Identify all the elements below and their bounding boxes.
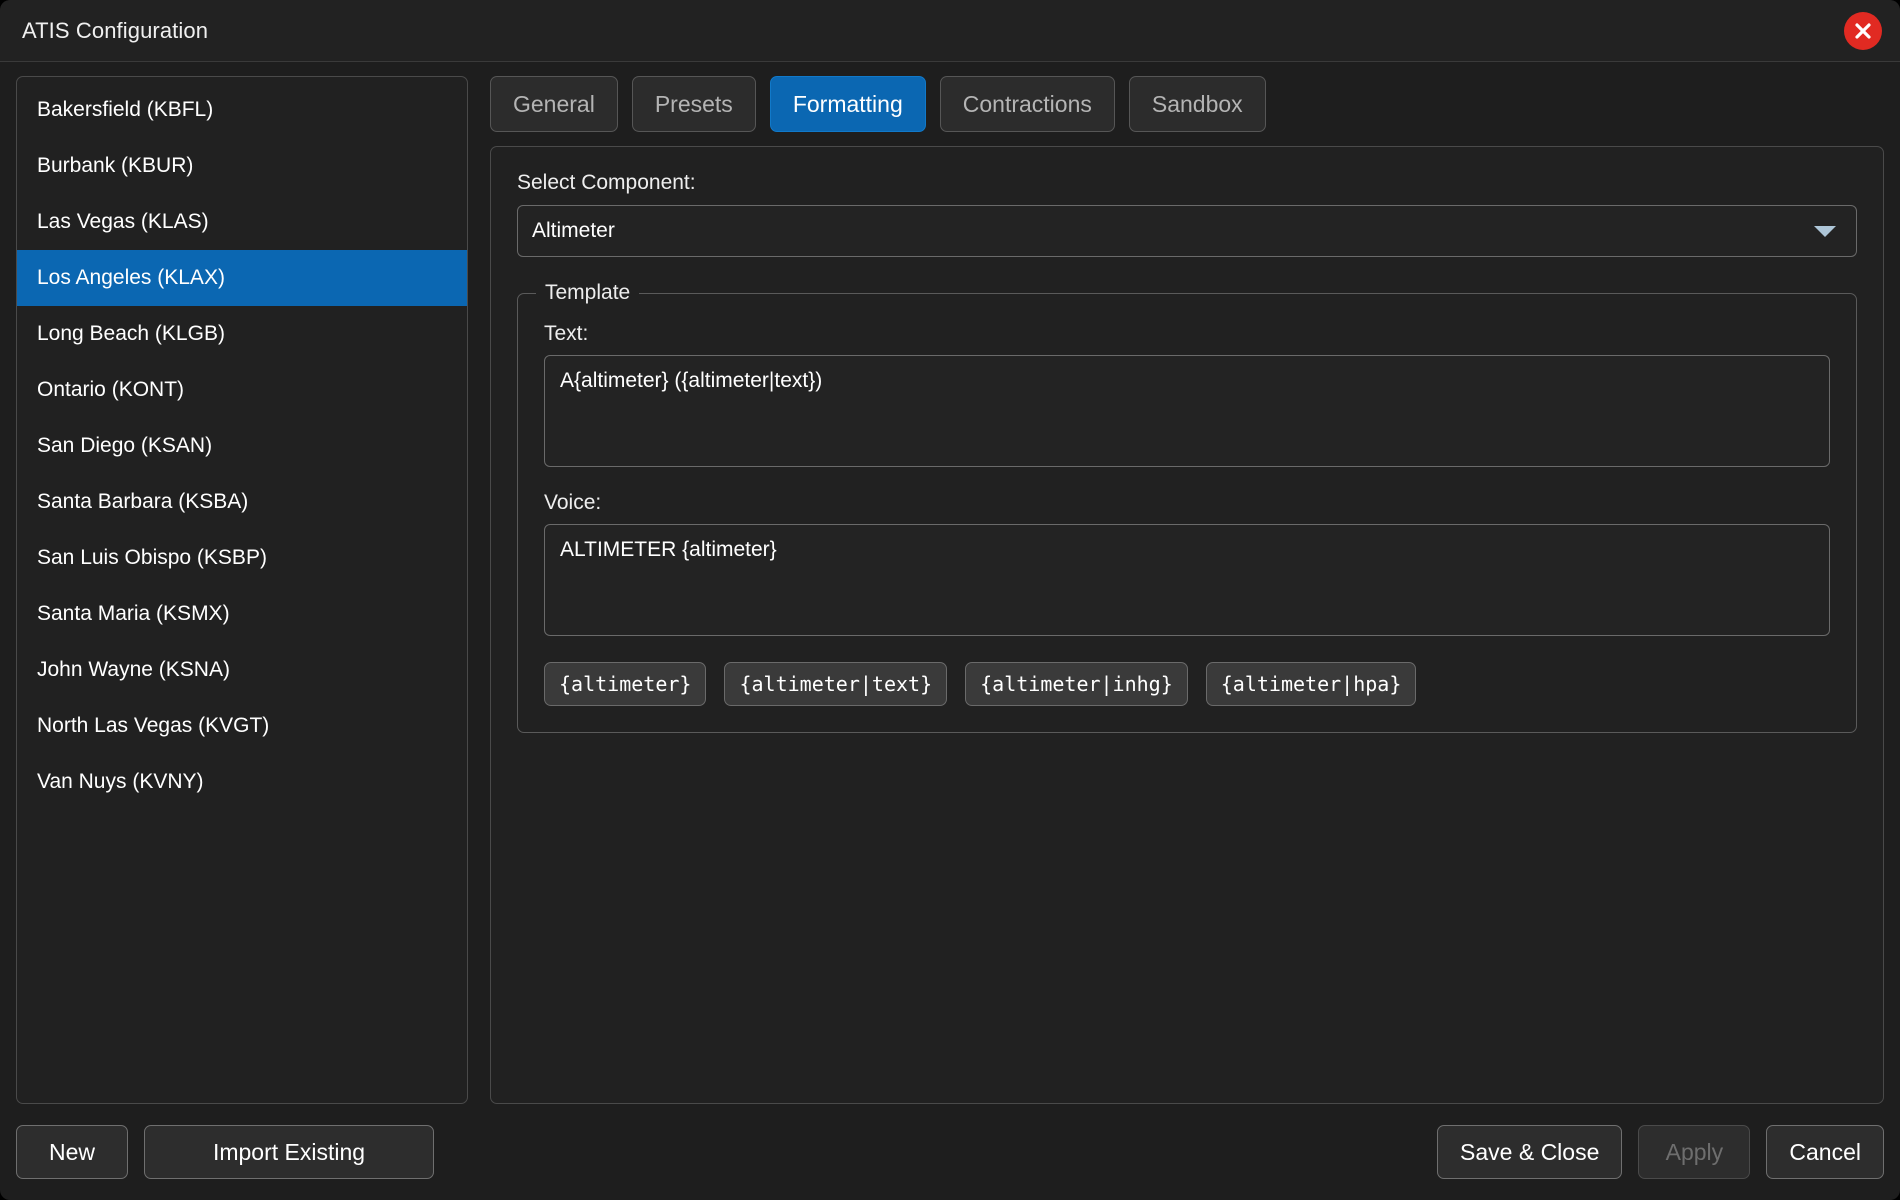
voice-template-input[interactable]: ALTIMETER {altimeter} — [544, 524, 1830, 636]
left-column: Bakersfield (KBFL) Burbank (KBUR) Las Ve… — [16, 76, 468, 1104]
apply-button: Apply — [1638, 1125, 1750, 1179]
tab-presets[interactable]: Presets — [632, 76, 756, 132]
list-item[interactable]: Burbank (KBUR) — [17, 138, 467, 194]
component-select[interactable]: Altimeter — [517, 205, 1857, 257]
list-item[interactable]: Santa Maria (KSMX) — [17, 586, 467, 642]
tab-contractions[interactable]: Contractions — [940, 76, 1115, 132]
atis-configuration-window: ATIS Configuration Bakersfield (KBFL) Bu… — [0, 0, 1900, 1200]
list-item[interactable]: Bakersfield (KBFL) — [17, 82, 467, 138]
text-label: Text: — [544, 322, 1830, 346]
footer-right-actions: Save & Close Apply Cancel — [1437, 1125, 1884, 1179]
variable-chip[interactable]: {altimeter|hpa} — [1206, 662, 1417, 706]
variable-chip[interactable]: {altimeter} — [544, 662, 706, 706]
list-item[interactable]: San Luis Obispo (KSBP) — [17, 530, 467, 586]
window-body: Bakersfield (KBFL) Burbank (KBUR) Las Ve… — [0, 62, 1900, 1104]
list-item[interactable]: Santa Barbara (KSBA) — [17, 474, 467, 530]
list-item[interactable]: Ontario (KONT) — [17, 362, 467, 418]
save-and-close-button[interactable]: Save & Close — [1437, 1125, 1622, 1179]
list-item[interactable]: Las Vegas (KLAS) — [17, 194, 467, 250]
tab-general[interactable]: General — [490, 76, 618, 132]
template-group: Template Text: A{altimeter} ({altimeter|… — [517, 293, 1857, 733]
tab-bar: General Presets Formatting Contractions … — [490, 76, 1884, 146]
tab-sandbox[interactable]: Sandbox — [1129, 76, 1266, 132]
voice-label: Voice: — [544, 491, 1830, 515]
right-column: General Presets Formatting Contractions … — [490, 76, 1884, 1104]
import-existing-button[interactable]: Import Existing — [144, 1125, 434, 1179]
select-component-label: Select Component: — [517, 171, 1857, 195]
footer-bar: New Import Existing Save & Close Apply C… — [0, 1104, 1900, 1200]
variable-chip[interactable]: {altimeter|text} — [724, 662, 947, 706]
component-select-value: Altimeter — [532, 219, 1814, 243]
list-item[interactable]: Long Beach (KLGB) — [17, 306, 467, 362]
variable-chip[interactable]: {altimeter|inhg} — [965, 662, 1188, 706]
formatting-panel: Select Component: Altimeter Template Tex… — [490, 146, 1884, 1104]
title-bar: ATIS Configuration — [0, 0, 1900, 62]
window-title: ATIS Configuration — [0, 18, 208, 44]
template-group-title: Template — [536, 281, 639, 305]
list-item[interactable]: North Las Vegas (KVGT) — [17, 698, 467, 754]
close-circle-icon[interactable] — [1844, 12, 1882, 50]
variable-chip-list: {altimeter} {altimeter|text} {altimeter|… — [544, 662, 1830, 706]
footer-left-actions: New Import Existing — [16, 1125, 434, 1179]
tab-formatting[interactable]: Formatting — [770, 76, 926, 132]
airport-list[interactable]: Bakersfield (KBFL) Burbank (KBUR) Las Ve… — [16, 76, 468, 1104]
new-button[interactable]: New — [16, 1125, 128, 1179]
list-item-selected[interactable]: Los Angeles (KLAX) — [17, 250, 467, 306]
list-item[interactable]: John Wayne (KSNA) — [17, 642, 467, 698]
list-item[interactable]: Van Nuys (KVNY) — [17, 754, 467, 810]
chevron-down-icon — [1814, 226, 1836, 237]
text-template-input[interactable]: A{altimeter} ({altimeter|text}) — [544, 355, 1830, 467]
list-item[interactable]: San Diego (KSAN) — [17, 418, 467, 474]
cancel-button[interactable]: Cancel — [1766, 1125, 1884, 1179]
